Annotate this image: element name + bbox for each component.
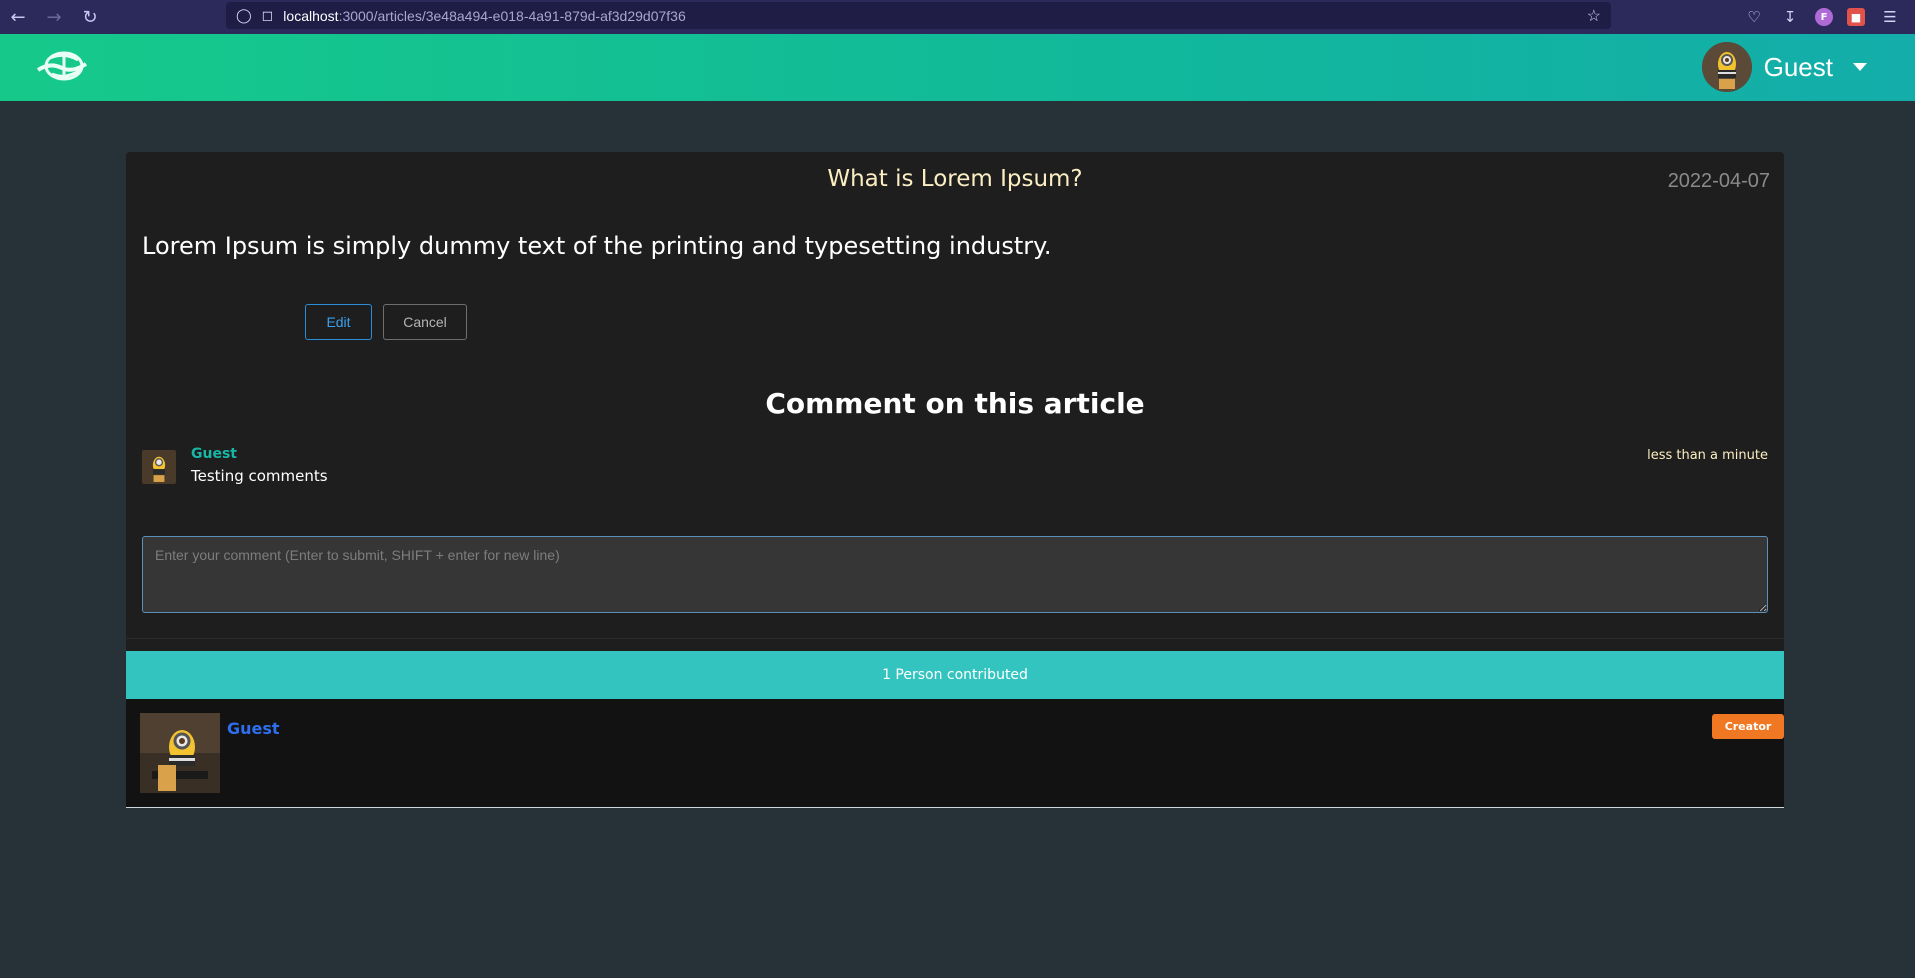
article-body: Lorem Ipsum is simply dummy text of the … xyxy=(142,232,1052,260)
comment-item: Guest Testing comments less than a minut… xyxy=(142,446,1768,490)
header-username[interactable]: Guest xyxy=(1764,52,1833,83)
shield-icon[interactable]: ◯ xyxy=(236,7,252,24)
app-header: Guest xyxy=(0,34,1915,101)
divider xyxy=(126,638,1784,639)
cancel-button[interactable]: Cancel xyxy=(383,304,467,340)
contributor-avatar xyxy=(140,713,220,793)
user-menu[interactable]: Guest xyxy=(1701,42,1867,92)
avatar[interactable] xyxy=(1701,42,1752,92)
article-title: What is Lorem Ipsum? xyxy=(827,166,1083,192)
pocket-icon[interactable]: ♡ xyxy=(1743,6,1765,28)
url-text[interactable]: localhost:3000/articles/3e48a494-e018-4a… xyxy=(283,8,685,24)
forward-arrow-icon[interactable]: → xyxy=(36,3,72,31)
download-icon[interactable]: ↧ xyxy=(1779,6,1801,28)
contributor-name[interactable]: Guest xyxy=(227,719,280,738)
article-date: 2022-04-07 xyxy=(1667,170,1770,192)
comments-heading: Comment on this article xyxy=(765,387,1145,420)
back-arrow-icon[interactable]: ← xyxy=(0,3,36,31)
contributors-summary: 1 Person contributed xyxy=(126,651,1784,699)
comment-timestamp: less than a minute xyxy=(1647,448,1768,463)
article-card: What is Lorem Ipsum? 2022-04-07 Lorem Ip… xyxy=(126,152,1784,808)
url-path: :3000/articles/3e48a494-e018-4a91-879d-a… xyxy=(338,7,686,24)
page-icon: ◻ xyxy=(261,7,274,23)
browser-toolbar: ← → ↻ ◯ ◻ localhost:3000/articles/3e48a4… xyxy=(0,0,1915,34)
comment-input[interactable] xyxy=(142,536,1768,613)
logo-icon[interactable] xyxy=(36,48,88,84)
hamburger-menu-icon[interactable]: ☰ xyxy=(1879,6,1901,28)
extension-icon[interactable]: ■ xyxy=(1847,8,1865,26)
chevron-down-icon[interactable] xyxy=(1853,63,1867,71)
profile-avatar-icon[interactable]: F xyxy=(1815,8,1833,26)
comment-avatar xyxy=(142,450,176,484)
url-bar[interactable]: ◯ ◻ localhost:3000/articles/3e48a494-e01… xyxy=(226,2,1611,29)
edit-button[interactable]: Edit xyxy=(305,304,372,340)
comment-text: Testing comments xyxy=(191,467,328,485)
url-host: localhost xyxy=(283,7,339,24)
bookmark-star-icon[interactable]: ☆ xyxy=(1587,6,1601,26)
comment-author[interactable]: Guest xyxy=(191,446,237,462)
creator-badge: Creator xyxy=(1712,714,1784,739)
contributor-row: Guest Creator xyxy=(126,699,1784,808)
reload-icon[interactable]: ↻ xyxy=(72,3,108,31)
